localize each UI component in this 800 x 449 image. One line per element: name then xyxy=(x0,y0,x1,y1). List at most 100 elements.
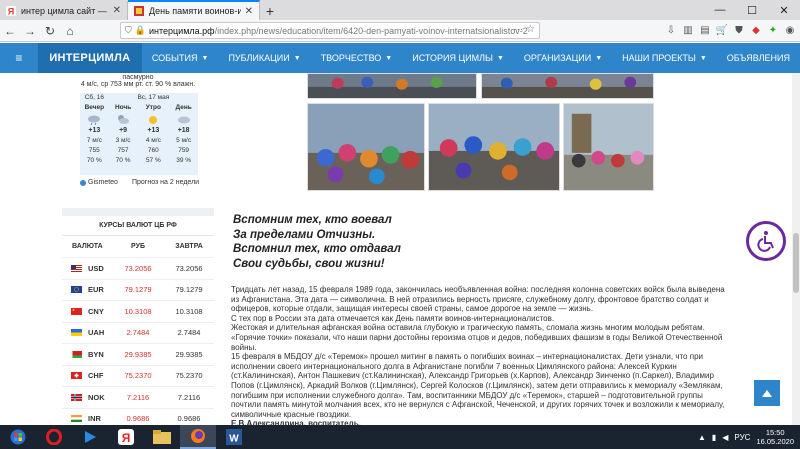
maximize-icon[interactable]: ☐ xyxy=(736,0,768,20)
currency-row: CHF 75.2370 75.2370 xyxy=(62,366,214,387)
menu-item-history[interactable]: ИСТОРИЯ ЦИМЛЫ ▼ xyxy=(402,43,514,73)
accessibility-button[interactable] xyxy=(746,221,786,261)
back-icon[interactable]: ← xyxy=(0,21,20,41)
taskbar-opera[interactable] xyxy=(36,425,72,449)
browser-tab-strip: Я интер цимла сайт — Яндекс: н ✕ День па… xyxy=(0,0,800,20)
close-tab-icon[interactable]: ✕ xyxy=(245,6,253,17)
scrollbar-thumb[interactable] xyxy=(793,233,799,293)
scroll-to-top-button[interactable] xyxy=(754,380,780,406)
taskbar-word[interactable]: W xyxy=(216,425,252,449)
extension-icon[interactable]: ✦ xyxy=(766,22,780,39)
caret-down-icon: ▼ xyxy=(496,54,504,62)
downloads-icon[interactable]: ⇩ xyxy=(664,22,678,39)
system-tray: ▲ ▮ ◀ РУС 15:50 16.05.2020 xyxy=(698,425,794,449)
currency-title: КУРСЫ ВАЛЮТ ЦБ РФ xyxy=(62,216,214,236)
weather-col-evening: Сб, 16 Вечер +13 7 м/с 755 70 % xyxy=(80,93,109,175)
menu-item-creativity[interactable]: ТВОРЧЕСТВО ▼ xyxy=(311,43,403,73)
network-icon[interactable]: ▮ xyxy=(712,433,716,442)
poem-line: Вспомним тех, кто воевал xyxy=(233,214,392,226)
gallery-photo[interactable] xyxy=(307,73,477,99)
folder-icon xyxy=(153,430,171,444)
currency-row: USD 73.2056 73.2056 xyxy=(62,258,214,280)
browser-tab-active[interactable]: День памяти воинов-интернац ✕ xyxy=(128,0,260,20)
close-tab-icon[interactable]: ✕ xyxy=(113,5,121,16)
caret-down-icon: ▼ xyxy=(595,54,603,62)
hamburger-menu-icon[interactable]: ≡ xyxy=(0,51,38,65)
bookmark-star-icon[interactable]: ☆ xyxy=(526,24,535,35)
weather-now: пасмурно 4 м/с, ср 753 мм рт. ст. 90 % в… xyxy=(80,74,196,88)
account-icon[interactable]: ◉ xyxy=(783,22,797,39)
sun-icon xyxy=(137,113,169,126)
svg-text:W: W xyxy=(229,434,239,445)
cart-icon[interactable]: 🛒 xyxy=(715,22,729,39)
browser-tab-yandex[interactable]: Я интер цимла сайт — Яндекс: н ✕ xyxy=(0,1,128,20)
gismeteo-logo[interactable]: Gismeteo xyxy=(80,179,118,186)
gallery-photo[interactable] xyxy=(481,73,654,99)
pocket-icon[interactable]: ⛊ xyxy=(732,22,746,39)
site-favicon-icon xyxy=(134,6,144,16)
flag-eu-icon xyxy=(71,286,82,294)
menu-item-projects[interactable]: НАШИ ПРОЕКТЫ ▼ xyxy=(612,43,717,73)
weather-col-day: День +18 5 м/с 759 39 % xyxy=(169,93,198,175)
volume-icon[interactable]: ◀ xyxy=(722,433,728,442)
currency-row: EUR 79.1279 79.1279 xyxy=(62,280,214,301)
gallery-photo[interactable] xyxy=(428,103,560,191)
menu-item-announcements[interactable]: ОБЪЯВЛЕНИЯ xyxy=(717,43,800,73)
weather-col-night: Ночь +9 3 м/с 757 70 % xyxy=(109,93,138,175)
lock-icon: 🔒 xyxy=(134,25,146,35)
more-icon[interactable]: ··· xyxy=(513,24,523,35)
left-sidebar: пасмурно 4 м/с, ср 753 мм рт. ст. 90 % в… xyxy=(62,73,214,438)
flag-ua-icon xyxy=(71,329,82,337)
play-icon xyxy=(85,431,96,443)
taskbar-clock[interactable]: 15:50 16.05.2020 xyxy=(756,428,794,446)
windows-logo-icon xyxy=(10,429,26,445)
minimize-icon[interactable]: — xyxy=(704,0,736,20)
article-paragraph: С тех пор в России эта дата отмечается к… xyxy=(231,313,555,323)
home-icon[interactable]: ⌂ xyxy=(60,21,80,41)
poem-line: За пределами Отчизны. xyxy=(233,228,376,241)
menu-item-organizations[interactable]: ОРГАНИЗАЦИИ ▼ xyxy=(514,43,612,73)
browser-nav-bar: ← → ↻ ⌂ ⛉ 🔒 интерцимла.рф /index.php/new… xyxy=(0,20,800,42)
opera-icon xyxy=(46,429,62,445)
flag-cn-icon xyxy=(71,307,82,315)
menu-item-publications[interactable]: ПУБЛИКАЦИИ ▼ xyxy=(218,43,310,73)
article-paragraph: Жестокая и длительная афганская война ос… xyxy=(231,323,723,352)
weather-footer: Gismeteo Прогноз на 2 недели xyxy=(80,179,210,186)
sidebar-icon[interactable]: ▤ xyxy=(698,22,712,39)
taskbar-file-explorer[interactable] xyxy=(144,425,180,449)
firefox-icon xyxy=(191,429,205,443)
windows-start-button[interactable] xyxy=(0,425,36,449)
yandex-icon: Я xyxy=(6,5,16,16)
tray-chevron-icon[interactable]: ▲ xyxy=(698,433,706,442)
currency-row: BYN 29.9385 29.9385 xyxy=(62,344,214,366)
cloud-rain-icon xyxy=(80,113,109,126)
keyboard-language[interactable]: РУС xyxy=(734,433,750,442)
currency-row: CNY 10.3108 10.3108 xyxy=(62,301,214,323)
flag-in-icon xyxy=(71,415,82,423)
taskbar-firefox[interactable] xyxy=(180,425,216,449)
tab-title: День памяти воинов-интернац xyxy=(149,6,241,16)
article-paragraph: 15 февраля в МБДОУ д/с «Теремок» прошел … xyxy=(231,352,725,419)
taskbar-yandex-browser[interactable]: Я xyxy=(108,425,144,449)
taskbar-media-player[interactable] xyxy=(72,425,108,449)
close-window-icon[interactable]: ✕ xyxy=(768,0,800,20)
forward-icon[interactable]: → xyxy=(20,21,40,41)
url-actions: ··· ☆ xyxy=(513,24,535,35)
currency-row: UAH 2.7484 2.7484 xyxy=(62,323,214,344)
forecast-link[interactable]: Прогноз на 2 недели xyxy=(132,179,199,186)
caret-down-icon: ▼ xyxy=(699,54,707,62)
menu-item-events[interactable]: СОБЫТИЯ ▼ xyxy=(142,43,219,73)
site-brand[interactable]: ИНТЕРЦИМЛА xyxy=(37,43,142,73)
reload-icon[interactable]: ↻ xyxy=(40,21,60,41)
page-scrollbar[interactable] xyxy=(792,73,800,431)
yandex-ext-icon[interactable]: ◆ xyxy=(749,22,763,39)
window-controls: — ☐ ✕ xyxy=(704,0,800,20)
currency-row: NOK 7.2116 7.2116 xyxy=(62,387,214,409)
gallery-photo[interactable] xyxy=(307,103,425,191)
flag-us-icon xyxy=(71,264,82,272)
new-tab-button[interactable]: + xyxy=(260,1,280,20)
library-icon[interactable]: ▥ xyxy=(681,22,695,39)
url-bar[interactable]: ⛉ 🔒 интерцимла.рф /index.php/news/educat… xyxy=(120,22,540,39)
gallery-photo[interactable] xyxy=(563,103,654,191)
poem-line: Свои судьбы, свои жизни! xyxy=(233,257,385,270)
